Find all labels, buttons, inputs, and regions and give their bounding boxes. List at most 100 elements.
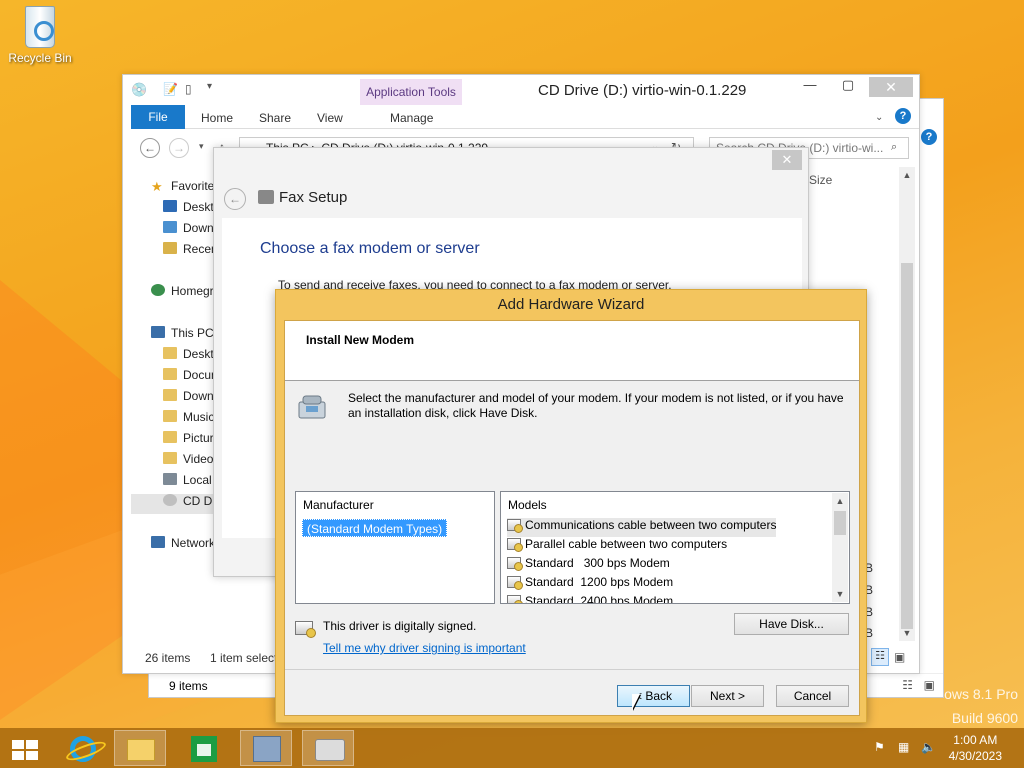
back-button[interactable]: < Back	[617, 685, 690, 707]
models-list[interactable]: Models Communications cable between two …	[500, 491, 850, 604]
recent-locations-icon[interactable]: ▾	[199, 141, 204, 152]
network-icon[interactable]: ▦	[898, 740, 909, 754]
taskbar: ⚑ ▦ 🔈 1:00 AM 4/30/2023	[0, 728, 1024, 768]
start-button[interactable]	[0, 730, 52, 766]
folder-icon	[163, 431, 177, 443]
star-icon: ★	[151, 179, 163, 194]
forward-arrow-icon[interactable]: →	[169, 138, 189, 158]
cancel-button[interactable]: Cancel	[776, 685, 849, 707]
model-item[interactable]: Standard 2400 bps Modem	[507, 594, 674, 604]
file-explorer-icon	[127, 739, 155, 761]
back-arrow-icon[interactable]: ←	[224, 188, 246, 210]
close-button[interactable]: ✕	[869, 77, 913, 97]
clock-date: 4/30/2023	[948, 749, 1002, 763]
store-icon	[191, 736, 217, 762]
application-tools-tab[interactable]: Application Tools	[360, 79, 462, 105]
help-icon[interactable]: ?	[921, 129, 937, 145]
mouse-cursor-icon	[632, 694, 640, 710]
model-item[interactable]: Standard 300 bps Modem	[507, 556, 670, 575]
taskbar-store[interactable]	[178, 730, 230, 766]
folder-icon	[163, 452, 177, 464]
modem-driver-icon	[507, 576, 523, 590]
system-clock[interactable]: 1:00 AM 4/30/2023	[949, 732, 1002, 764]
modem-driver-icon	[507, 557, 523, 571]
action-center-flag-icon[interactable]: ⚑	[874, 740, 885, 754]
ribbon-expand-icon[interactable]: ⌄	[875, 112, 883, 123]
details-view-icon[interactable]: ☷	[902, 678, 913, 692]
windows-logo-icon	[12, 740, 38, 760]
scroll-down-icon[interactable]: ▼	[832, 586, 848, 602]
taskbar-fax[interactable]	[302, 730, 354, 766]
scroll-up-icon[interactable]: ▲	[832, 493, 848, 509]
model-item[interactable]: Standard 1200 bps Modem	[507, 575, 673, 594]
next-button[interactable]: Next >	[691, 685, 764, 707]
tab-view[interactable]: View	[317, 111, 343, 125]
item-count: 26 items	[145, 651, 191, 665]
tab-file[interactable]: File	[131, 105, 185, 129]
tab-manage[interactable]: Manage	[390, 111, 433, 125]
folder-icon	[163, 389, 177, 401]
divider	[285, 669, 859, 670]
folder-icon	[163, 410, 177, 422]
file-list-scrollbar[interactable]: ▲ ▼	[899, 167, 915, 641]
model-label: Standard 2400 bps Modem	[525, 594, 674, 604]
recycle-bin[interactable]: Recycle Bin	[8, 6, 72, 65]
model-item[interactable]: Parallel cable between two computers	[507, 537, 727, 556]
cd-drive-icon: 💿	[131, 82, 148, 97]
scroll-thumb[interactable]	[901, 263, 913, 629]
taskbar-internet-explorer[interactable]	[56, 730, 108, 766]
quick-access-dropdown-icon[interactable]: ▾	[207, 81, 212, 92]
item-count: 9 items	[169, 679, 208, 693]
large-icons-view-icon[interactable]: ▣	[924, 678, 935, 692]
manufacturer-item[interactable]: (Standard Modem Types)	[302, 519, 448, 537]
close-button[interactable]: ✕	[772, 150, 802, 170]
windows-watermark-edition: ows 8.1 Pro	[944, 686, 1018, 702]
large-icons-view-icon[interactable]: ▣	[894, 650, 905, 664]
models-header: Models	[508, 498, 547, 512]
tab-home[interactable]: Home	[201, 111, 233, 125]
signed-driver-icon	[295, 621, 316, 638]
maximize-button[interactable]: ▢	[835, 77, 861, 95]
manufacturer-header: Manufacturer	[303, 498, 374, 512]
tab-share[interactable]: Share	[259, 111, 291, 125]
driver-signing-link[interactable]: Tell me why driver signing is important	[323, 641, 526, 655]
modem-icon	[298, 395, 326, 419]
models-scrollbar[interactable]: ▲ ▼	[832, 493, 848, 602]
scroll-up-icon[interactable]: ▲	[899, 167, 915, 183]
have-disk-button[interactable]: Have Disk...	[734, 613, 849, 635]
window-title: CD Drive (D:) virtio-win-0.1.229	[538, 82, 747, 99]
wizard-header: Install New Modem	[285, 321, 859, 381]
help-icon[interactable]: ?	[895, 108, 911, 124]
modem-driver-icon	[507, 595, 523, 603]
recycle-bin-label: Recycle Bin	[8, 51, 72, 65]
column-header-size[interactable]: Size	[809, 173, 832, 187]
fax-icon	[315, 739, 345, 761]
back-arrow-icon[interactable]: ←	[140, 138, 160, 158]
model-item[interactable]: Communications cable between two compute…	[507, 518, 777, 537]
new-folder-icon[interactable]: ▯	[185, 82, 192, 96]
add-hardware-wizard: Add Hardware Wizard Install New Modem Se…	[275, 289, 867, 723]
scroll-down-icon[interactable]: ▼	[899, 625, 915, 641]
windows-watermark-build: Build 9600	[951, 710, 1018, 726]
taskbar-file-explorer[interactable]	[114, 730, 166, 766]
scroll-thumb[interactable]	[834, 511, 846, 535]
wizard-header-title: Install New Modem	[306, 333, 415, 347]
recycle-bin-icon	[25, 6, 55, 48]
volume-muted-icon[interactable]: 🔈	[921, 740, 936, 754]
manufacturer-list[interactable]: Manufacturer (Standard Modem Types)	[295, 491, 495, 604]
properties-icon[interactable]: 📝	[163, 82, 178, 96]
search-icon: ⌕	[891, 141, 898, 153]
details-view-icon[interactable]: ☷	[871, 648, 889, 666]
computer-icon	[151, 326, 165, 338]
model-label: Parallel cable between two computers	[525, 537, 728, 551]
folder-icon	[163, 368, 177, 380]
folder-icon	[163, 347, 177, 359]
model-label: Communications cable between two compute…	[525, 518, 777, 532]
minimize-button[interactable]: —	[797, 77, 823, 95]
taskbar-device-manager[interactable]	[240, 730, 292, 766]
cd-drive-icon	[163, 494, 177, 506]
network-icon	[151, 536, 165, 548]
fax-icon	[258, 190, 274, 204]
title-bar: 💿 📝 ▯ ▾ Application Tools CD Drive (D:) …	[123, 75, 919, 105]
nav-label: This PC	[171, 326, 214, 340]
